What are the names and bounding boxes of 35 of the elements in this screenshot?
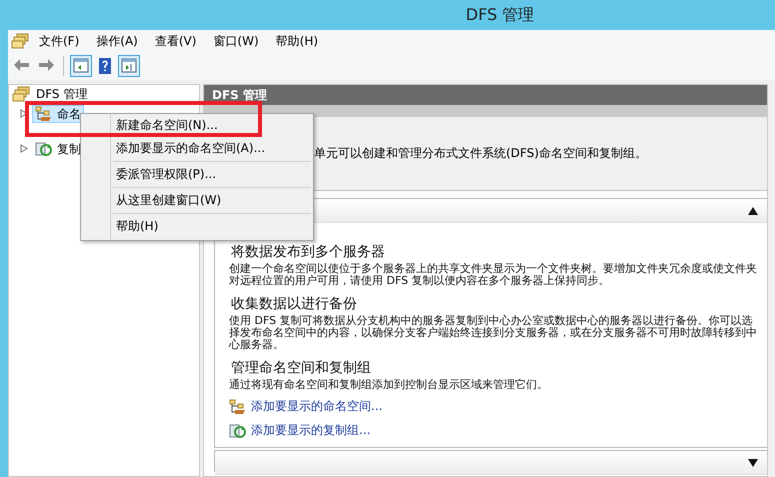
menu-item[interactable]: 查看(V) [150,30,202,52]
expand-icon[interactable] [747,458,759,468]
menu-item[interactable]: 帮助(H) [272,30,324,52]
section-heading: 将数据发布到多个服务器 [231,244,386,260]
menu-item[interactable]: 操作(A) [92,30,143,52]
replication-icon [229,422,247,438]
tree-item[interactable]: DFS 管理 [33,86,90,102]
folders-icon [11,33,29,49]
menu-item[interactable]: 从这里创建窗口(W) [83,189,226,212]
section-text: 创建一个命名空间以使位于多个服务器上的共享文件夹显示为一个文件夹树。要增加文件夹冗余度或使文件夹对远程位置的用户可用，请使用 DFS 复制以便内容在多个服务器上保持同步。 [229,263,758,287]
tree-item[interactable]: 复制 [32,140,84,158]
tree-item[interactable]: 命名 [32,104,84,122]
tree-pane-icon-button[interactable] [70,55,92,77]
menu-item[interactable]: 新建命名空间(N)... [83,116,222,134]
menu-item[interactable]: 窗口(W) [209,30,264,52]
menu-item[interactable]: 文件(F) [35,30,84,52]
namespace-icon [229,398,247,414]
menu-item[interactable]: 委派管理权限(P)... [83,163,220,186]
section-text: 通过将现有命名空间和复制组添加到控制台显示区域来管理它们。 [229,379,549,391]
section-heading: 收集数据以进行备份 [231,296,358,312]
menu-item[interactable]: 添加要显示的命名空间(A)... [83,137,270,160]
section-text: 使用 DFS 复制可将数据从分支机构中的服务器复制到中心办公室或数据中心的服务器以进行备份。你可以选择发布命名空间中的内容，以确保分支客户端始终连接到分支服务器，或在分支服务器不可用时故障转移到中心服务器。 [229,315,758,351]
description-text: 单元可以创建和管理分布式文件系统(DFS)命名空间和复制组。 [314,145,647,162]
expand-arrow-icon[interactable] [19,144,29,153]
replication-icon [35,140,53,156]
namespace-icon [35,106,53,122]
action-pane-icon-button[interactable] [118,55,140,77]
window-title: DFS 管理 [466,4,534,26]
menu-item[interactable]: 帮助(H) [83,215,162,238]
folders-icon [12,86,30,102]
collapse-icon[interactable] [747,206,759,216]
section-heading: 管理命名空间和复制组 [231,360,372,376]
add-link[interactable]: 添加要显示的命名空间... [251,398,382,415]
add-link[interactable]: 添加要显示的复制组... [251,422,370,439]
pane-header: DFS 管理 [204,85,767,105]
